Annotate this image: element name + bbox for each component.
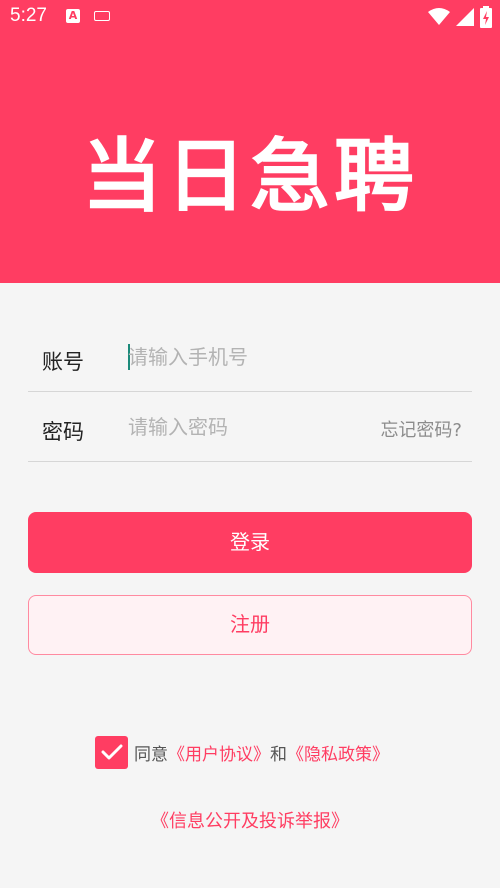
agreement-row: 同意 《用户协议》 和 《隐私政策》: [95, 735, 389, 769]
info-disclosure-link[interactable]: 《信息公开及投诉举报》: [0, 807, 500, 833]
wifi-icon: [428, 8, 450, 25]
status-time: 5:27: [10, 5, 47, 26]
account-row: 账号: [28, 322, 472, 392]
status-icons: [428, 6, 492, 28]
cellular-signal-icon: [456, 8, 474, 26]
phone-input[interactable]: [128, 340, 358, 374]
notification-a-icon: A: [66, 9, 80, 23]
header-banner: 5:27 A 当日急聘: [0, 0, 500, 283]
register-button[interactable]: 注册: [28, 595, 472, 655]
agree-checkbox[interactable]: [95, 735, 128, 769]
keyboard-icon: [94, 11, 110, 21]
password-input[interactable]: [128, 410, 358, 444]
login-button[interactable]: 登录: [28, 512, 472, 573]
check-icon: [101, 744, 122, 760]
battery-icon: [480, 6, 492, 28]
password-label: 密码: [42, 420, 84, 444]
agree-prefix: 同意: [134, 744, 168, 765]
account-label: 账号: [42, 350, 84, 374]
forgot-password-link[interactable]: 忘记密码?: [380, 416, 462, 442]
app-title: 当日急聘: [82, 130, 418, 223]
password-row: 密码 忘记密码?: [28, 392, 472, 462]
status-bar: 5:27 A: [0, 0, 500, 34]
privacy-policy-link[interactable]: 《隐私政策》: [287, 740, 389, 765]
user-agreement-link[interactable]: 《用户协议》: [168, 740, 270, 765]
agree-conjunction: 和: [270, 744, 287, 765]
